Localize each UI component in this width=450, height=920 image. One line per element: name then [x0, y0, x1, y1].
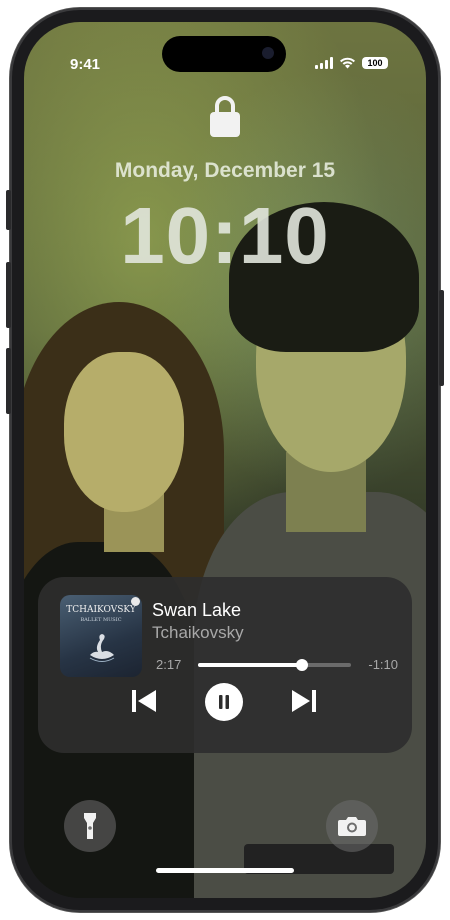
- previous-track-button[interactable]: [132, 687, 158, 715]
- front-camera: [262, 47, 274, 59]
- wallpaper-person-left-face: [64, 352, 184, 512]
- lock-date: Monday, December 15: [114, 159, 336, 182]
- backward-end-icon: [132, 690, 136, 712]
- status-indicators: 100: [315, 56, 388, 69]
- wifi-icon: [340, 57, 355, 69]
- swan-icon: [89, 634, 115, 662]
- forward-end-icon: [292, 690, 310, 712]
- album-art-subtitle: BALLET MUSIC: [80, 617, 122, 623]
- lock-screen: 9:41 100 Monday, December 15 10:10 TCHAI…: [24, 22, 426, 898]
- camera-button[interactable]: [326, 800, 378, 852]
- next-track-button[interactable]: [290, 687, 316, 715]
- remaining-time: -1:10: [368, 657, 398, 672]
- lock-clock: 10:10: [120, 191, 330, 280]
- scrubber-knob[interactable]: [296, 659, 309, 671]
- home-indicator[interactable]: [156, 868, 294, 873]
- camera-icon: [338, 817, 366, 836]
- flashlight-icon: [84, 813, 96, 839]
- cellular-signal-icon: [315, 56, 333, 69]
- pause-button[interactable]: [205, 683, 243, 721]
- volume-up-button: [6, 262, 11, 328]
- dynamic-island: [162, 36, 286, 72]
- now-playing-widget[interactable]: TCHAIKOVSKY BALLET MUSIC Swan Lake Tchai…: [38, 577, 412, 753]
- album-art-title: TCHAIKOVSKY: [66, 605, 136, 615]
- side-button: [439, 290, 444, 386]
- airplay-badge: [131, 597, 140, 606]
- track-title: Swan Lake: [152, 600, 242, 620]
- elapsed-time: 2:17: [156, 657, 182, 672]
- volume-down-button: [6, 348, 11, 414]
- playback-scrubber[interactable]: [198, 659, 351, 671]
- track-artist: Tchaikovsky: [152, 623, 244, 642]
- album-artwork[interactable]: TCHAIKOVSKY BALLET MUSIC: [60, 595, 142, 677]
- status-time: 9:41: [70, 56, 101, 73]
- lock-icon: [210, 96, 240, 137]
- scrubber-progress: [198, 663, 303, 667]
- action-button: [6, 190, 11, 230]
- flashlight-button[interactable]: [64, 800, 116, 852]
- pause-icon: [219, 695, 229, 709]
- battery-icon: 100: [362, 56, 388, 69]
